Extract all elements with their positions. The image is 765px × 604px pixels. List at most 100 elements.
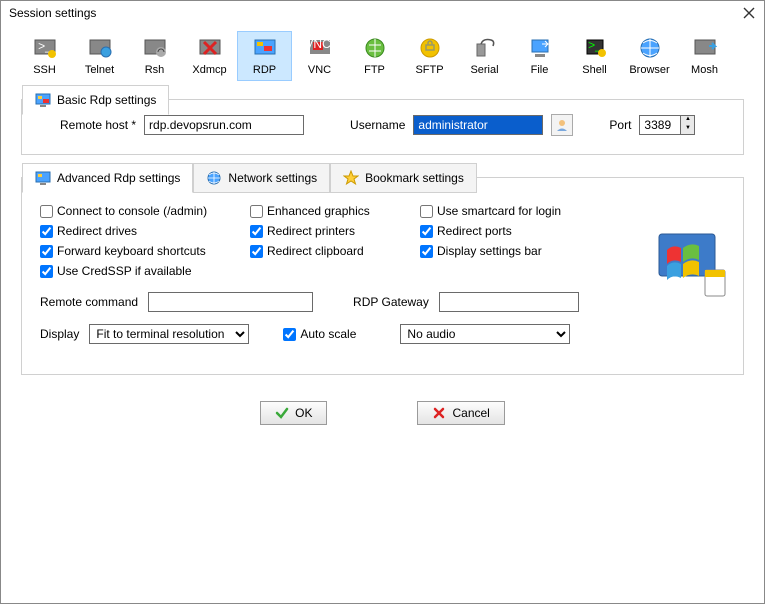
port-label: Port [609, 118, 631, 132]
svg-text:VNC: VNC [308, 37, 331, 51]
check-label: Use smartcard for login [437, 204, 561, 218]
session-type-label: RDP [238, 64, 291, 76]
rdp-gateway-label: RDP Gateway [353, 295, 429, 309]
session-type-label: SSH [18, 64, 71, 76]
tab-network-label: Network settings [228, 171, 317, 185]
tab-bookmark-settings[interactable]: Bookmark settings [330, 163, 477, 193]
session-type-label: SFTP [403, 64, 456, 76]
session-type-label: Serial [458, 64, 511, 76]
remote-command-label: Remote command [40, 295, 138, 309]
username-input[interactable] [413, 115, 543, 135]
remote-host-input[interactable] [144, 115, 304, 135]
rdp-icon [35, 170, 51, 186]
session-type-label: Telnet [73, 64, 126, 76]
session-type-mosh[interactable]: Mosh [677, 31, 732, 81]
check-label: Enhanced graphics [267, 204, 370, 218]
ok-button[interactable]: OK [260, 401, 327, 425]
session-type-label: Xdmcp [183, 64, 236, 76]
check-redirect-clipboard[interactable]: Redirect clipboard [250, 244, 420, 258]
cancel-label: Cancel [452, 406, 489, 420]
username-label: Username [350, 118, 405, 132]
autoscale-label: Auto scale [300, 327, 356, 341]
file-icon [528, 36, 552, 60]
vnc-icon: VNC [308, 36, 332, 60]
window-title: Session settings [9, 6, 96, 20]
user-browse-button[interactable] [551, 114, 573, 136]
session-type-toolbar: >_SSHTelnetRshXdmcpRDPVNCVNCFTPSFTPSeria… [1, 25, 764, 85]
session-type-telnet[interactable]: Telnet [72, 31, 127, 81]
autoscale-checkbox[interactable]: Auto scale [283, 327, 356, 341]
session-type-label: Shell [568, 64, 621, 76]
cancel-button[interactable]: Cancel [417, 401, 504, 425]
sftp-icon [418, 36, 442, 60]
check-icon [275, 406, 289, 420]
port-down-icon[interactable]: ▼ [681, 125, 694, 134]
rsh-icon [143, 36, 167, 60]
mosh-icon [693, 36, 717, 60]
check-use-credssp-if-available[interactable]: Use CredSSP if available [40, 264, 250, 278]
check-label: Use CredSSP if available [57, 264, 192, 278]
serial-icon [473, 36, 497, 60]
ok-label: OK [295, 406, 312, 420]
xdmcp-icon [198, 36, 222, 60]
remote-command-input[interactable] [148, 292, 313, 312]
tab-bookmark-label: Bookmark settings [365, 171, 464, 185]
display-select[interactable]: Fit to terminal resolution [89, 324, 249, 344]
rdp-icon [35, 92, 51, 108]
session-type-serial[interactable]: Serial [457, 31, 512, 81]
port-spinner[interactable]: ▲ ▼ [639, 115, 695, 135]
session-type-sftp[interactable]: SFTP [402, 31, 457, 81]
check-label: Redirect ports [437, 224, 512, 238]
check-label: Display settings bar [437, 244, 542, 258]
audio-select[interactable]: No audio [400, 324, 570, 344]
session-type-xdmcp[interactable]: Xdmcp [182, 31, 237, 81]
rdp-gateway-input[interactable] [439, 292, 579, 312]
advanced-rdp-panel: Advanced Rdp settings Network settings B… [21, 177, 744, 375]
display-label: Display [40, 327, 79, 341]
session-type-ftp[interactable]: FTP [347, 31, 402, 81]
check-label: Connect to console (/admin) [57, 204, 207, 218]
basic-rdp-panel: Basic Rdp settings Remote host * Usernam… [21, 99, 744, 155]
session-type-label: File [513, 64, 566, 76]
check-connect-to-console-admin[interactable]: Connect to console (/admin) [40, 204, 250, 218]
browser-icon [638, 36, 662, 60]
session-type-browser[interactable]: Browser [622, 31, 677, 81]
port-input[interactable] [640, 116, 680, 134]
check-redirect-drives[interactable]: Redirect drives [40, 224, 250, 238]
check-redirect-ports[interactable]: Redirect ports [420, 224, 620, 238]
session-type-label: VNC [293, 64, 346, 76]
tab-basic-rdp[interactable]: Basic Rdp settings [22, 85, 169, 115]
windows-logo-icon [655, 232, 727, 304]
check-label: Redirect drives [57, 224, 137, 238]
session-type-file[interactable]: File [512, 31, 567, 81]
check-display-settings-bar[interactable]: Display settings bar [420, 244, 620, 258]
ftp-icon [363, 36, 387, 60]
check-redirect-printers[interactable]: Redirect printers [250, 224, 420, 238]
rdp-icon [253, 36, 277, 60]
session-type-label: Rsh [128, 64, 181, 76]
session-type-rdp[interactable]: RDP [237, 31, 292, 81]
remote-host-label: Remote host * [60, 118, 136, 132]
session-type-label: Mosh [678, 64, 731, 76]
check-label: Redirect clipboard [267, 244, 364, 258]
session-type-label: Browser [623, 64, 676, 76]
tab-basic-label: Basic Rdp settings [57, 93, 156, 107]
tab-network-settings[interactable]: Network settings [193, 163, 330, 193]
check-label: Forward keyboard shortcuts [57, 244, 206, 258]
check-enhanced-graphics[interactable]: Enhanced graphics [250, 204, 420, 218]
session-type-vnc[interactable]: VNC VNC [292, 31, 347, 81]
globe-icon [206, 170, 222, 186]
session-type-rsh[interactable]: Rsh [127, 31, 182, 81]
port-up-icon[interactable]: ▲ [681, 116, 694, 125]
telnet-icon [88, 36, 112, 60]
session-type-shell[interactable]: >_Shell [567, 31, 622, 81]
tab-advanced-rdp[interactable]: Advanced Rdp settings [22, 163, 193, 193]
close-icon[interactable] [742, 6, 756, 20]
check-label: Redirect printers [267, 224, 355, 238]
session-type-label: FTP [348, 64, 401, 76]
star-icon [343, 170, 359, 186]
check-forward-keyboard-shortcuts[interactable]: Forward keyboard shortcuts [40, 244, 250, 258]
tab-adv-label: Advanced Rdp settings [57, 171, 180, 185]
session-type-ssh[interactable]: >_SSH [17, 31, 72, 81]
check-use-smartcard-for-login[interactable]: Use smartcard for login [420, 204, 620, 218]
